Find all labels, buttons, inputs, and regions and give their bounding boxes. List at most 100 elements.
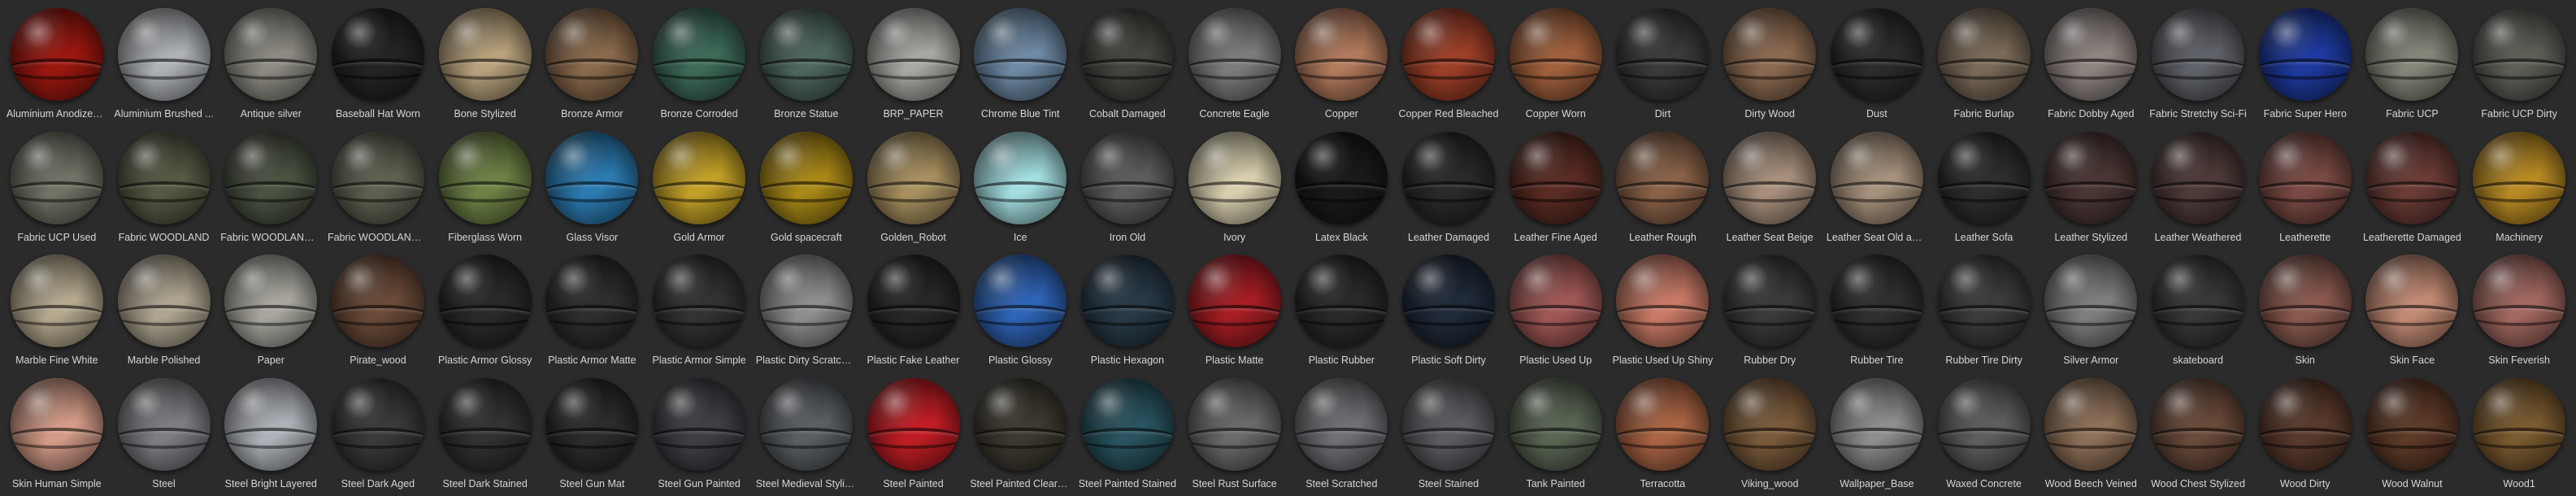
material-tile[interactable]: Bronze Armor xyxy=(539,2,646,125)
material-tile[interactable]: Fabric Super Hero xyxy=(2252,2,2359,125)
material-tile[interactable]: Leather Damaged xyxy=(1395,125,1502,249)
material-preview-sphere xyxy=(2258,255,2352,347)
material-tile[interactable]: Fiberglass Worn xyxy=(432,125,539,249)
material-tile[interactable]: Dust xyxy=(1823,2,1931,125)
material-tile[interactable]: Copper Worn xyxy=(1502,2,1609,125)
material-tile[interactable]: Terracotta xyxy=(1609,372,1717,495)
material-tile[interactable]: Steel Rust Surface xyxy=(1181,372,1288,495)
material-tile[interactable]: Fabric WOODLAND xyxy=(111,125,218,249)
material-tile[interactable]: Bronze Statue xyxy=(753,2,860,125)
material-tile[interactable]: Wood Dirty xyxy=(2252,372,2359,495)
material-tile[interactable]: Plastic Hexagon xyxy=(1074,248,1181,372)
material-tile[interactable]: Steel xyxy=(111,372,218,495)
material-tile[interactable]: Fabric UCP Dirty xyxy=(2465,2,2573,125)
material-tile[interactable]: Pirate_wood xyxy=(324,248,432,372)
material-tile[interactable]: Marble Polished xyxy=(111,248,218,372)
material-tile[interactable]: Skin Feverish xyxy=(2465,248,2573,372)
material-preview-sphere xyxy=(2473,131,2566,224)
material-name-label: Wood Dirty xyxy=(2279,477,2331,489)
material-tile[interactable]: Leather Fine Aged xyxy=(1502,125,1609,249)
material-name-label: Viking_wood xyxy=(1740,477,1799,489)
material-tile[interactable]: Steel Dark Stained xyxy=(432,372,539,495)
material-tile[interactable]: Skin xyxy=(2252,248,2359,372)
material-tile[interactable]: Wood Chest Stylized xyxy=(2144,372,2252,495)
material-tile[interactable]: Ice xyxy=(967,125,1074,249)
material-tile[interactable]: Antique silver xyxy=(217,2,324,125)
material-tile[interactable]: Marble Fine White xyxy=(3,248,111,372)
material-tile[interactable]: Leatherette xyxy=(2252,125,2359,249)
material-tile[interactable]: Wood Beech Veined xyxy=(2037,372,2144,495)
material-tile[interactable]: Iron Old xyxy=(1074,125,1181,249)
material-tile[interactable]: Bronze Corroded xyxy=(645,2,753,125)
material-tile[interactable]: Wallpaper_Base xyxy=(1823,372,1931,495)
material-tile[interactable]: Steel Dark Aged xyxy=(324,372,432,495)
material-tile[interactable]: Leatherette Damaged xyxy=(2359,125,2466,249)
material-tile[interactable]: Skin Human Simple xyxy=(3,372,111,495)
material-tile[interactable]: Cobalt Damaged xyxy=(1074,2,1181,125)
material-tile[interactable]: Steel Painted Clearcoat xyxy=(967,372,1074,495)
material-tile[interactable]: Steel Bright Layered xyxy=(217,372,324,495)
material-tile[interactable]: Paper xyxy=(217,248,324,372)
material-tile[interactable]: Plastic Armor Glossy xyxy=(432,248,539,372)
material-tile[interactable]: Glass Visor xyxy=(539,125,646,249)
material-tile[interactable]: Aluminium Anodized ... xyxy=(3,2,111,125)
material-tile[interactable]: Steel Painted Stained xyxy=(1074,372,1181,495)
material-tile[interactable]: Leather Sofa xyxy=(1931,125,2038,249)
material-tile[interactable]: Silver Armor xyxy=(2037,248,2144,372)
material-tile[interactable]: Waxed Concrete xyxy=(1931,372,2038,495)
material-tile[interactable]: Latex Black xyxy=(1288,125,1395,249)
material-tile[interactable]: Steel Stained xyxy=(1395,372,1502,495)
material-tile[interactable]: Fabric UCP xyxy=(2359,2,2466,125)
material-tile[interactable]: Copper Red Bleached xyxy=(1395,2,1502,125)
material-tile[interactable]: Steel Gun Painted xyxy=(645,372,753,495)
material-tile[interactable]: Ivory xyxy=(1181,125,1288,249)
material-tile[interactable]: Plastic Rubber xyxy=(1288,248,1395,372)
material-tile[interactable]: Leather Seat Beige xyxy=(1716,125,1823,249)
material-tile[interactable]: Plastic Matte xyxy=(1181,248,1288,372)
material-tile[interactable]: Rubber Tire xyxy=(1823,248,1931,372)
material-tile[interactable]: Plastic Dirty Scratched xyxy=(753,248,860,372)
material-tile[interactable]: Fabric UCP Used xyxy=(3,125,111,249)
material-tile[interactable]: Gold Armor xyxy=(645,125,753,249)
material-tile[interactable]: Steel Gun Mat xyxy=(539,372,646,495)
material-tile[interactable]: Plastic Fake Leather xyxy=(860,248,967,372)
material-tile[interactable]: Skin Face xyxy=(2359,248,2466,372)
material-tile[interactable]: Rubber Dry xyxy=(1716,248,1823,372)
material-tile[interactable]: Fabric WOODLAND D... xyxy=(217,125,324,249)
material-tile[interactable]: Bone Stylized xyxy=(432,2,539,125)
material-tile[interactable]: Fabric Dobby Aged xyxy=(2037,2,2144,125)
material-tile[interactable]: Concrete Eagle xyxy=(1181,2,1288,125)
material-tile[interactable]: Wood1 xyxy=(2465,372,2573,495)
material-tile[interactable]: skateboard xyxy=(2144,248,2252,372)
material-tile[interactable]: Leather Rough xyxy=(1609,125,1717,249)
material-tile[interactable]: Fabric Burlap xyxy=(1931,2,2038,125)
material-tile[interactable]: Fabric WOODLAND U... xyxy=(324,125,432,249)
material-tile[interactable]: Plastic Soft Dirty xyxy=(1395,248,1502,372)
material-tile[interactable]: Tank Painted xyxy=(1502,372,1609,495)
material-tile[interactable]: Plastic Armor Simple xyxy=(645,248,753,372)
material-tile[interactable]: Golden_Robot xyxy=(860,125,967,249)
material-tile[interactable]: Aluminium Brushed ... xyxy=(111,2,218,125)
material-tile[interactable]: Chrome Blue Tint xyxy=(967,2,1074,125)
material-tile[interactable]: Steel Painted xyxy=(860,372,967,495)
material-tile[interactable]: Baseball Hat Worn xyxy=(324,2,432,125)
material-tile[interactable]: Leather Stylized xyxy=(2037,125,2144,249)
material-tile[interactable]: Steel Scratched xyxy=(1288,372,1395,495)
material-tile[interactable]: Gold spacecraft xyxy=(753,125,860,249)
material-tile[interactable]: Fabric Stretchy Sci-Fi xyxy=(2144,2,2252,125)
material-tile[interactable]: Dirty Wood xyxy=(1716,2,1823,125)
material-tile[interactable]: Leather Seat Old and ... xyxy=(1823,125,1931,249)
material-tile[interactable]: Wood Walnut xyxy=(2359,372,2466,495)
material-tile[interactable]: Viking_wood xyxy=(1716,372,1823,495)
material-tile[interactable]: Copper xyxy=(1288,2,1395,125)
material-tile[interactable]: Plastic Armor Matte xyxy=(539,248,646,372)
material-tile[interactable]: BRP_PAPER xyxy=(860,2,967,125)
material-tile[interactable]: Machinery xyxy=(2465,125,2573,249)
material-tile[interactable]: Plastic Used Up xyxy=(1502,248,1609,372)
material-tile[interactable]: Plastic Used Up Shiny xyxy=(1609,248,1717,372)
material-tile[interactable]: Leather Weathered xyxy=(2144,125,2252,249)
material-tile[interactable]: Steel Medieval Stylized xyxy=(753,372,860,495)
material-tile[interactable]: Rubber Tire Dirty xyxy=(1931,248,2038,372)
material-tile[interactable]: Dirt xyxy=(1609,2,1717,125)
material-tile[interactable]: Plastic Glossy xyxy=(967,248,1074,372)
